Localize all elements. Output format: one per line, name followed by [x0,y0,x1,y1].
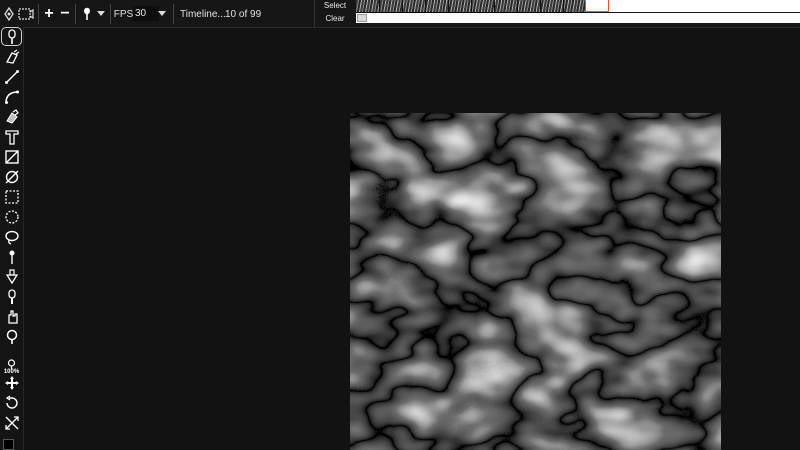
text-icon [4,129,19,145]
timeline-scroll-thumb[interactable] [357,14,367,22]
move-tool[interactable] [1,373,22,392]
flip-tool[interactable] [1,413,22,432]
line-icon [4,69,19,84]
rotate-icon [5,394,18,409]
zoom-100-icon [7,359,16,369]
fps-label: FPS [113,8,134,20]
paint-bucket-icon [5,268,18,284]
frame-thumbnail-strip[interactable] [356,0,586,13]
clear-frames-button[interactable]: Clear [316,12,354,24]
brush-caret-down-icon[interactable] [95,4,107,24]
toolbar-separator [75,4,76,24]
ellipse-select-tool[interactable] [1,207,22,226]
text-tool[interactable] [1,127,22,146]
add-frame-button[interactable]: + [42,4,56,24]
top-toolbar: + − FPS Timeline... 10 of 99 Select Clea… [0,0,800,28]
fill-tool[interactable] [1,267,22,286]
paint-roller-tool[interactable] [1,47,22,66]
drawing-canvas[interactable] [350,113,721,450]
square-slash-tool[interactable] [1,147,22,166]
timeline-menu-button[interactable]: Timeline... [180,4,226,24]
flip-icon [4,415,19,430]
remove-frame-button[interactable]: − [58,4,72,24]
paint-roller-icon [5,49,19,64]
toolbar-separator [110,4,111,24]
eyedropper-icon [9,250,14,264]
circle-slash-tool[interactable] [1,167,22,186]
canvas-workspace[interactable] [24,28,800,450]
stamp-icon [5,108,19,124]
fps-caret-down-icon[interactable] [156,4,168,24]
move-arrows-icon [4,375,19,390]
brush-icon [7,28,16,44]
onion-skin-icon[interactable] [2,4,16,24]
lasso-icon [4,230,19,245]
lasso-tool[interactable] [1,227,22,246]
line-tool[interactable] [1,67,22,86]
rotate-tool[interactable] [1,393,22,412]
frame-thumbnail-divider [471,0,472,12]
square-slash-icon [4,149,19,164]
rect-select-tool[interactable] [1,187,22,206]
smudge-tool[interactable] [1,287,22,306]
timeline-divider [314,0,315,27]
empty-frame-thumbnails[interactable] [609,0,800,12]
zoom-tool[interactable] [1,327,22,346]
frame-thumbnail-divider [379,0,380,12]
frame-thumbnail-divider [563,0,564,12]
frame-thumbnail-divider [448,0,449,12]
circle-slash-icon [5,170,18,183]
frame-counter: 10 of 99 [225,8,262,20]
timeline-scrollbar[interactable] [356,13,800,23]
frame-thumbnail-divider [540,0,541,12]
smudge-icon [7,288,16,304]
eyedropper-tool[interactable] [1,247,22,266]
frame-thumbnail-divider [425,0,426,12]
toolbar-separator [173,4,174,24]
stamp-tool[interactable] [1,107,22,126]
ellipse-select-icon [4,209,19,224]
brush-tool[interactable] [1,27,22,46]
frame-film-icon[interactable] [17,4,35,24]
frame-thumbnail-divider [517,0,518,12]
frame-thumbnail-divider [402,0,403,12]
current-frame-thumbnail[interactable] [585,0,609,12]
hand-icon [7,309,18,324]
zoom-icon [6,329,17,344]
tool-sidebar: 100% [0,27,24,450]
frame-thumbnail-divider [494,0,495,12]
curve-icon [4,90,19,104]
color-swatch[interactable] [3,439,14,450]
curve-tool[interactable] [1,87,22,106]
brush-icon[interactable] [80,4,94,24]
rect-select-icon [4,189,19,204]
select-frames-button[interactable]: Select [316,0,354,10]
hand-tool[interactable] [1,307,22,326]
toolbar-separator [38,4,39,24]
